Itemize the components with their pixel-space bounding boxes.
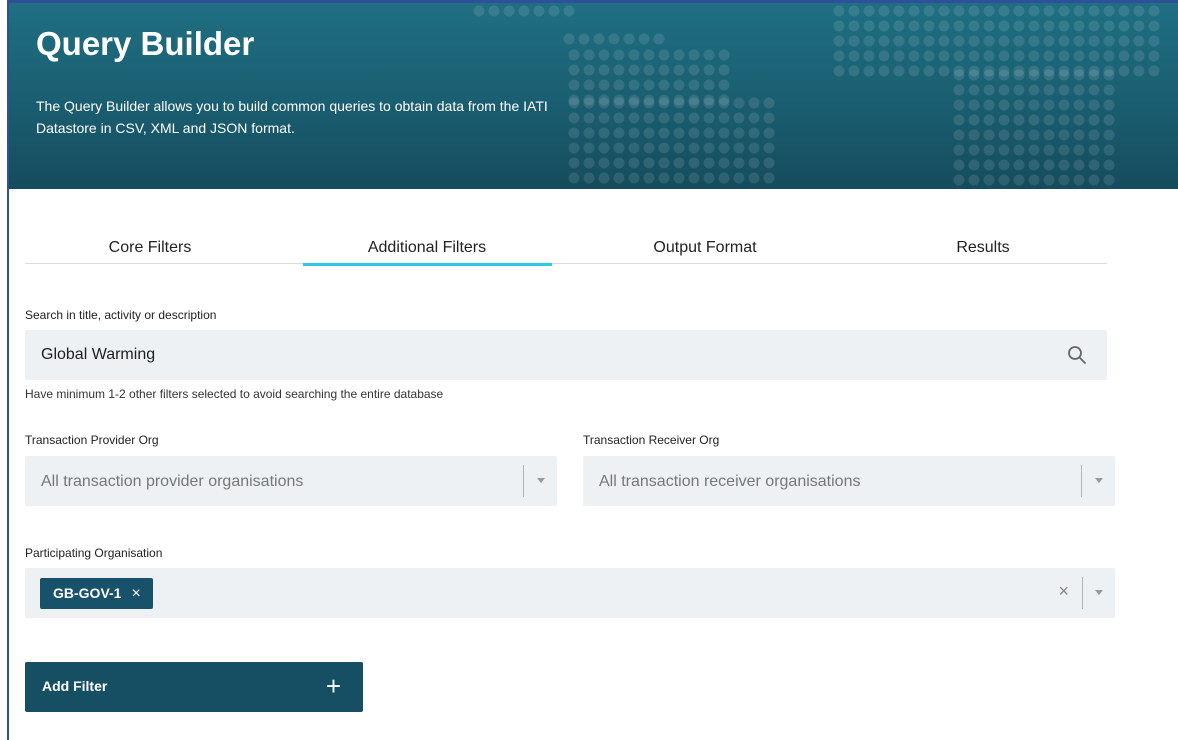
plus-icon: + xyxy=(325,671,341,701)
select-separator xyxy=(523,465,524,497)
search-icon[interactable] xyxy=(1067,345,1087,365)
chip-remove-icon[interactable]: × xyxy=(131,578,140,609)
chevron-down-icon[interactable] xyxy=(1095,590,1103,595)
participating-org-label: Participating Organisation xyxy=(25,546,163,560)
page-description: The Query Builder allows you to build co… xyxy=(36,98,548,136)
select-separator xyxy=(1081,465,1082,497)
chevron-down-icon[interactable] xyxy=(537,478,545,483)
tab-results[interactable]: Results xyxy=(858,230,1108,264)
search-hint: Have minimum 1-2 other filters selected … xyxy=(25,387,444,401)
chevron-down-icon[interactable] xyxy=(1095,478,1103,483)
receiver-org-placeholder: All transaction receiver organisations xyxy=(599,473,861,490)
provider-org-select[interactable]: All transaction provider organisations xyxy=(25,456,557,506)
search-label: Search in title, activity or description xyxy=(25,308,217,322)
chip-label: GB-GOV-1 xyxy=(53,585,122,601)
page-title: Query Builder xyxy=(36,25,255,62)
add-filter-label: Add Filter xyxy=(42,678,108,694)
tab-additional-filters[interactable]: Additional Filters xyxy=(302,230,552,266)
search-field xyxy=(25,330,1107,380)
page-header: Query Builder The Query Builder allows y… xyxy=(9,3,1178,189)
tab-core-filters[interactable]: Core Filters xyxy=(25,230,275,264)
receiver-org-select[interactable]: All transaction receiver organisations xyxy=(583,456,1115,506)
participating-org-select[interactable]: GB-GOV-1 × × xyxy=(25,568,1115,618)
provider-org-label: Transaction Provider Org xyxy=(25,433,159,447)
receiver-org-label: Transaction Receiver Org xyxy=(583,433,720,447)
tab-output-format[interactable]: Output Format xyxy=(580,230,830,264)
selected-org-chip: GB-GOV-1 × xyxy=(40,578,153,609)
add-filter-button[interactable]: Add Filter + xyxy=(25,662,363,712)
search-input[interactable] xyxy=(41,330,1041,380)
filter-tabs: Core Filters Additional Filters Output F… xyxy=(25,230,1108,266)
clear-selection-icon[interactable]: × xyxy=(1058,581,1069,602)
select-separator xyxy=(1082,577,1083,609)
provider-org-placeholder: All transaction provider organisations xyxy=(41,473,304,490)
